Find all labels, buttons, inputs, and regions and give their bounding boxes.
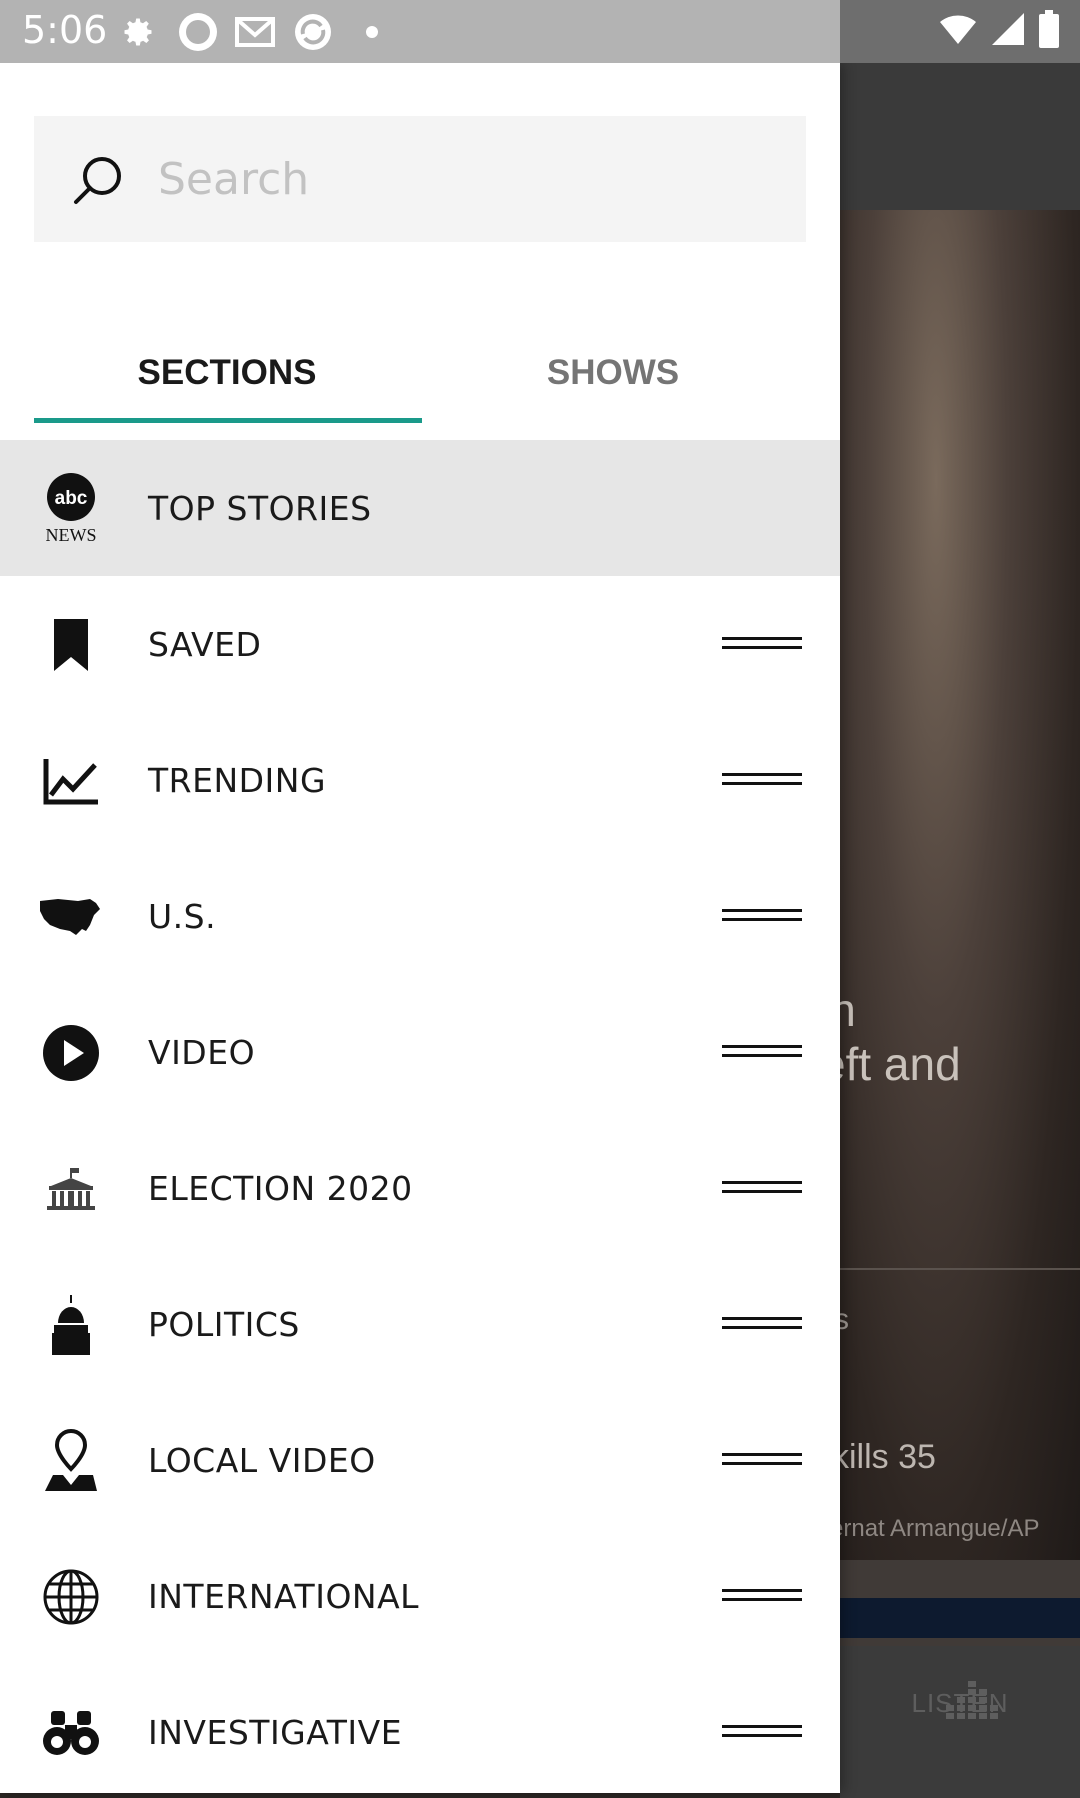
play-icon: [38, 1020, 104, 1086]
white-house-icon: [38, 1156, 104, 1222]
dot-icon: [352, 12, 392, 52]
trending-chart-icon: [38, 748, 104, 814]
menu-item-label: TOP STORIES: [148, 488, 372, 528]
background-tag: s: [840, 1303, 849, 1336]
menu-item-election-2020[interactable]: ELECTION 2020: [0, 1120, 840, 1256]
binoculars-icon: [38, 1700, 104, 1766]
background-headline: in eft and: [840, 984, 961, 1090]
drag-handle-icon[interactable]: [722, 1453, 802, 1467]
svg-text:NEWS: NEWS: [46, 525, 97, 545]
menu-item-label: ELECTION 2020: [148, 1168, 413, 1208]
capitol-icon: [38, 1292, 104, 1358]
menu-item-trending[interactable]: TRENDING: [0, 712, 840, 848]
menu-item-label: U.S.: [148, 896, 217, 936]
background-content: in eft and s kills 35 ernat Armangue/AP …: [840, 63, 1080, 1798]
menu-item-label: INTERNATIONAL: [148, 1576, 420, 1616]
tab-bar: SECTIONS SHOWS: [34, 323, 806, 423]
background-header: [840, 63, 1080, 210]
menu-item-label: VIDEO: [148, 1032, 256, 1072]
menu-item-label: TRENDING: [148, 760, 327, 800]
usa-today-icon: [178, 12, 218, 52]
us-map-icon: [38, 884, 104, 950]
menu-item-us[interactable]: U.S.: [0, 848, 840, 984]
sync-icon: [293, 12, 333, 52]
status-time: 5:06: [22, 8, 108, 52]
wifi-icon: [938, 12, 978, 51]
drag-handle-icon[interactable]: [722, 1589, 802, 1603]
navigation-drawer: SECTIONS SHOWS abc NEWS TOP STORIES SAVE…: [0, 63, 840, 1793]
drag-handle-icon[interactable]: [722, 1181, 802, 1195]
map-pin-icon: [38, 1428, 104, 1494]
tab-sections[interactable]: SECTIONS: [34, 323, 420, 423]
search-input[interactable]: [158, 144, 778, 214]
menu-item-label: LOCAL VIDEO: [148, 1440, 376, 1480]
drag-handle-icon[interactable]: [722, 1045, 802, 1059]
menu-item-label: POLITICS: [148, 1304, 300, 1344]
abc-news-logo: abc NEWS: [38, 473, 104, 545]
search-icon: [72, 154, 124, 211]
menu-item-label: INVESTIGATIVE: [148, 1712, 403, 1752]
sections-list: abc NEWS TOP STORIES SAVED TRENDING U.S.…: [0, 440, 840, 1798]
svg-text:abc: abc: [55, 488, 88, 509]
drag-handle-icon[interactable]: [722, 1317, 802, 1331]
background-subhead: kills 35: [840, 1438, 936, 1476]
menu-item-label: SAVED: [148, 624, 262, 664]
listen-tab[interactable]: LISTEN: [840, 1688, 1080, 1719]
menu-item-top-stories[interactable]: abc NEWS TOP STORIES: [0, 440, 840, 576]
menu-item-video[interactable]: VIDEO: [0, 984, 840, 1120]
tab-shows[interactable]: SHOWS: [420, 323, 806, 423]
photo-credit: ernat Armangue/AP: [840, 1515, 1040, 1542]
globe-icon: [38, 1564, 104, 1630]
background-divider: [840, 1268, 1080, 1270]
menu-item-local-video[interactable]: LOCAL VIDEO: [0, 1392, 840, 1528]
menu-item-investigative[interactable]: INVESTIGATIVE: [0, 1664, 840, 1798]
tab-indicator: [34, 418, 422, 423]
settings-icon: [118, 12, 158, 52]
drag-handle-icon[interactable]: [722, 1725, 802, 1739]
status-bar: 5:06: [0, 0, 1080, 63]
battery-icon: [1038, 10, 1060, 53]
menu-item-politics[interactable]: POLITICS: [0, 1256, 840, 1392]
drag-handle-icon[interactable]: [722, 773, 802, 787]
menu-item-international[interactable]: INTERNATIONAL: [0, 1528, 840, 1664]
search-bar[interactable]: [34, 116, 806, 242]
drag-handle-icon[interactable]: [722, 637, 802, 651]
signal-icon: [990, 11, 1026, 52]
gmail-icon: [235, 12, 275, 52]
bookmark-icon: [38, 612, 104, 678]
background-strip: [840, 1598, 1080, 1638]
menu-item-saved[interactable]: SAVED: [0, 576, 840, 712]
drag-handle-icon[interactable]: [722, 909, 802, 923]
background-photo: [840, 210, 1080, 1560]
